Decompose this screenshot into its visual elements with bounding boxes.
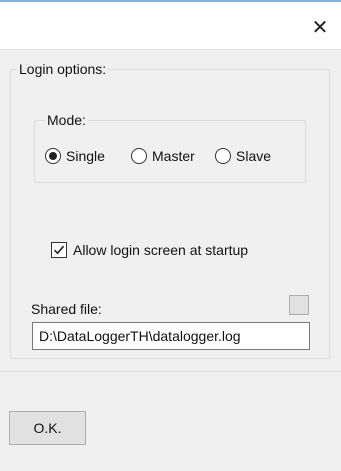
close-button[interactable]: ✕ [300, 10, 340, 46]
shared-file-toggle[interactable] [289, 295, 309, 315]
mode-legend: Mode: [45, 112, 88, 128]
close-icon: ✕ [311, 17, 329, 39]
radio-master-label: Master [152, 148, 195, 164]
dialog-footer: O.K. [0, 371, 341, 471]
allow-login-label: Allow login screen at startup [73, 242, 249, 258]
radio-slave-button[interactable] [215, 148, 231, 164]
shared-file-path-input[interactable] [32, 322, 310, 350]
radio-single-button[interactable] [45, 148, 61, 164]
login-options-legend: Login options: [17, 61, 109, 77]
allow-login-checkbox[interactable] [51, 242, 67, 258]
allow-login-checkbox-row[interactable]: Allow login screen at startup [51, 242, 248, 258]
radio-slave[interactable]: Slave [215, 148, 271, 164]
ok-button[interactable]: O.K. [9, 411, 86, 445]
radio-single-label: Single [66, 148, 105, 164]
check-icon [53, 245, 65, 255]
radio-slave-label: Slave [236, 148, 272, 164]
window-top-border [0, 0, 341, 2]
radio-master[interactable]: Master [131, 148, 195, 164]
radio-single[interactable]: Single [45, 148, 105, 164]
shared-file-label: Shared file: [31, 301, 102, 317]
dialog-content: Login options: Mode: Single Master Slave [0, 49, 341, 371]
login-options-group: Login options: Mode: Single Master Slave [10, 61, 330, 359]
radio-master-button[interactable] [131, 148, 147, 164]
mode-group: Mode: Single Master Slave [34, 112, 306, 183]
